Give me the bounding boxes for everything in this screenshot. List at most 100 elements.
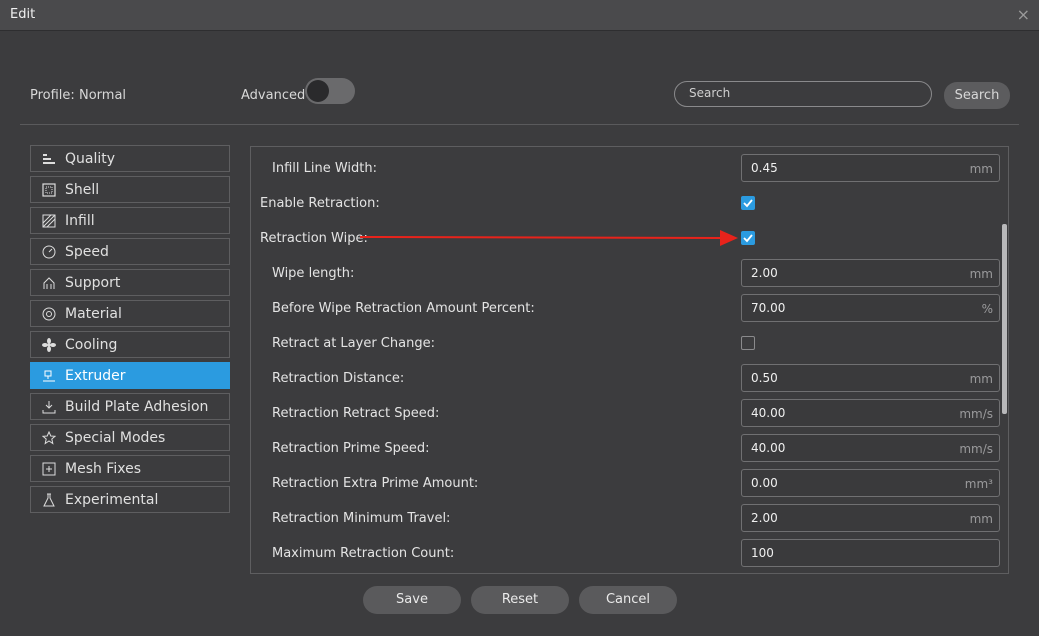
setting-row: Retraction Extra Prime Amount: 0.00 mm³ bbox=[251, 469, 1008, 499]
field-value: 100 bbox=[751, 546, 774, 560]
setting-row: Retract at Layer Change: bbox=[251, 329, 1008, 359]
sidebar-item-label: Mesh Fixes bbox=[65, 460, 141, 477]
setting-row: Retraction Retract Speed: 40.00 mm/s bbox=[251, 399, 1008, 429]
retraction-extra-prime-input[interactable]: 0.00 mm³ bbox=[741, 469, 1000, 497]
save-button[interactable]: Save bbox=[363, 586, 461, 614]
wipe-retraction-percent-input[interactable]: 70.00 % bbox=[741, 294, 1000, 322]
close-icon[interactable]: × bbox=[1017, 5, 1030, 24]
header-divider bbox=[20, 124, 1019, 125]
setting-row: Retraction Minimum Travel: 2.00 mm bbox=[251, 504, 1008, 534]
advanced-label: Advanced bbox=[241, 88, 306, 103]
field-value: 2.00 bbox=[751, 266, 778, 280]
profile-value: Normal bbox=[79, 88, 127, 103]
field-value: 70.00 bbox=[751, 301, 786, 315]
field-unit: mm³ bbox=[964, 477, 993, 491]
retraction-min-travel-input[interactable]: 2.00 mm bbox=[741, 504, 1000, 532]
speed-icon bbox=[41, 244, 57, 260]
setting-label: Retraction Wipe: bbox=[260, 231, 368, 246]
sidebar-item-extruder[interactable]: Extruder bbox=[30, 362, 230, 389]
window-title: Edit bbox=[10, 7, 36, 22]
wipe-length-input[interactable]: 2.00 mm bbox=[741, 259, 1000, 287]
sidebar-item-cooling[interactable]: Cooling bbox=[30, 331, 230, 358]
setting-label: Retraction Extra Prime Amount: bbox=[272, 476, 479, 491]
setting-row: Retraction Prime Speed: 40.00 mm/s bbox=[251, 434, 1008, 464]
setting-row: Infill Line Width: 0.45 mm bbox=[251, 154, 1008, 184]
sidebar-item-speed[interactable]: Speed bbox=[30, 238, 230, 265]
field-unit: mm/s bbox=[959, 442, 993, 456]
sidebar-item-label: Experimental bbox=[65, 491, 159, 508]
field-unit: % bbox=[981, 302, 993, 316]
retract-layer-change-checkbox[interactable] bbox=[741, 336, 755, 350]
max-retraction-count-input[interactable]: 100 bbox=[741, 539, 1000, 567]
field-value: 2.00 bbox=[751, 511, 778, 525]
infill-line-width-input[interactable]: 0.45 mm bbox=[741, 154, 1000, 182]
sidebar-item-label: Infill bbox=[65, 212, 95, 229]
build-plate-icon bbox=[41, 399, 57, 415]
sidebar-item-label: Support bbox=[65, 274, 121, 291]
sidebar-item-label: Build Plate Adhesion bbox=[65, 398, 209, 415]
setting-label: Retract at Layer Change: bbox=[272, 336, 435, 351]
sidebar-item-quality[interactable]: Quality bbox=[30, 145, 230, 172]
star-icon bbox=[41, 430, 57, 446]
sidebar-item-mesh-fixes[interactable]: Mesh Fixes bbox=[30, 455, 230, 482]
toggle-knob bbox=[307, 80, 329, 102]
advanced-toggle[interactable] bbox=[305, 78, 355, 104]
setting-row: Maximum Retraction Count: 100 bbox=[251, 539, 1008, 569]
sidebar-item-label: Shell bbox=[65, 181, 100, 198]
retraction-retract-speed-input[interactable]: 40.00 mm/s bbox=[741, 399, 1000, 427]
setting-label: Infill Line Width: bbox=[272, 161, 377, 176]
reset-button[interactable]: Reset bbox=[471, 586, 569, 614]
setting-row: Wipe length: 2.00 mm bbox=[251, 259, 1008, 289]
sidebar-item-label: Quality bbox=[65, 150, 116, 167]
setting-row: Enable Retraction: bbox=[251, 189, 1008, 219]
sidebar-item-support[interactable]: Support bbox=[30, 269, 230, 296]
setting-label: Retraction Prime Speed: bbox=[272, 441, 430, 456]
flask-icon bbox=[41, 492, 57, 508]
retraction-distance-input[interactable]: 0.50 mm bbox=[741, 364, 1000, 392]
sidebar-item-label: Speed bbox=[65, 243, 109, 260]
field-unit: mm bbox=[969, 162, 993, 176]
enable-retraction-checkbox[interactable] bbox=[741, 196, 755, 210]
field-unit: mm bbox=[969, 267, 993, 281]
setting-row: Before Wipe Retraction Amount Percent: 7… bbox=[251, 294, 1008, 324]
category-sidebar: Quality Shell Infill Speed Support Mater… bbox=[30, 145, 230, 517]
sidebar-item-shell[interactable]: Shell bbox=[30, 176, 230, 203]
material-icon bbox=[41, 306, 57, 322]
setting-label: Retraction Minimum Travel: bbox=[272, 511, 451, 526]
setting-label: Maximum Retraction Count: bbox=[272, 546, 455, 561]
sidebar-item-material[interactable]: Material bbox=[30, 300, 230, 327]
field-value: 0.45 bbox=[751, 161, 778, 175]
sidebar-item-label: Cooling bbox=[65, 336, 118, 353]
field-value: 0.00 bbox=[751, 476, 778, 490]
field-value: 0.50 bbox=[751, 371, 778, 385]
search-input[interactable]: Search bbox=[674, 81, 932, 107]
extruder-icon bbox=[41, 368, 57, 384]
setting-row: Retraction Wipe: bbox=[251, 224, 1008, 254]
sidebar-item-infill[interactable]: Infill bbox=[30, 207, 230, 234]
fan-icon bbox=[41, 337, 57, 353]
cancel-button[interactable]: Cancel bbox=[579, 586, 677, 614]
sidebar-item-label: Special Modes bbox=[65, 429, 166, 446]
title-bar: Edit × bbox=[0, 0, 1039, 31]
setting-label: Wipe length: bbox=[272, 266, 355, 281]
settings-panel: Infill Line Width: 0.45 mm Enable Retrac… bbox=[250, 146, 1009, 574]
field-value: 40.00 bbox=[751, 406, 786, 420]
retraction-prime-speed-input[interactable]: 40.00 mm/s bbox=[741, 434, 1000, 462]
sidebar-item-label: Extruder bbox=[65, 367, 126, 384]
profile-label: Profile: bbox=[30, 88, 75, 103]
field-unit: mm bbox=[969, 512, 993, 526]
setting-label: Retraction Retract Speed: bbox=[272, 406, 440, 421]
quality-icon bbox=[41, 151, 57, 167]
shell-icon bbox=[41, 182, 57, 198]
sidebar-item-special-modes[interactable]: Special Modes bbox=[30, 424, 230, 451]
field-unit: mm/s bbox=[959, 407, 993, 421]
field-unit: mm bbox=[969, 372, 993, 386]
support-icon bbox=[41, 275, 57, 291]
sidebar-item-experimental[interactable]: Experimental bbox=[30, 486, 230, 513]
next-field-edge bbox=[741, 573, 1000, 574]
retraction-wipe-checkbox[interactable] bbox=[741, 231, 755, 245]
sidebar-item-build-plate-adhesion[interactable]: Build Plate Adhesion bbox=[30, 393, 230, 420]
setting-label: Before Wipe Retraction Amount Percent: bbox=[272, 301, 535, 316]
search-button[interactable]: Search bbox=[944, 82, 1010, 109]
settings-scrollbar[interactable] bbox=[1002, 224, 1007, 414]
